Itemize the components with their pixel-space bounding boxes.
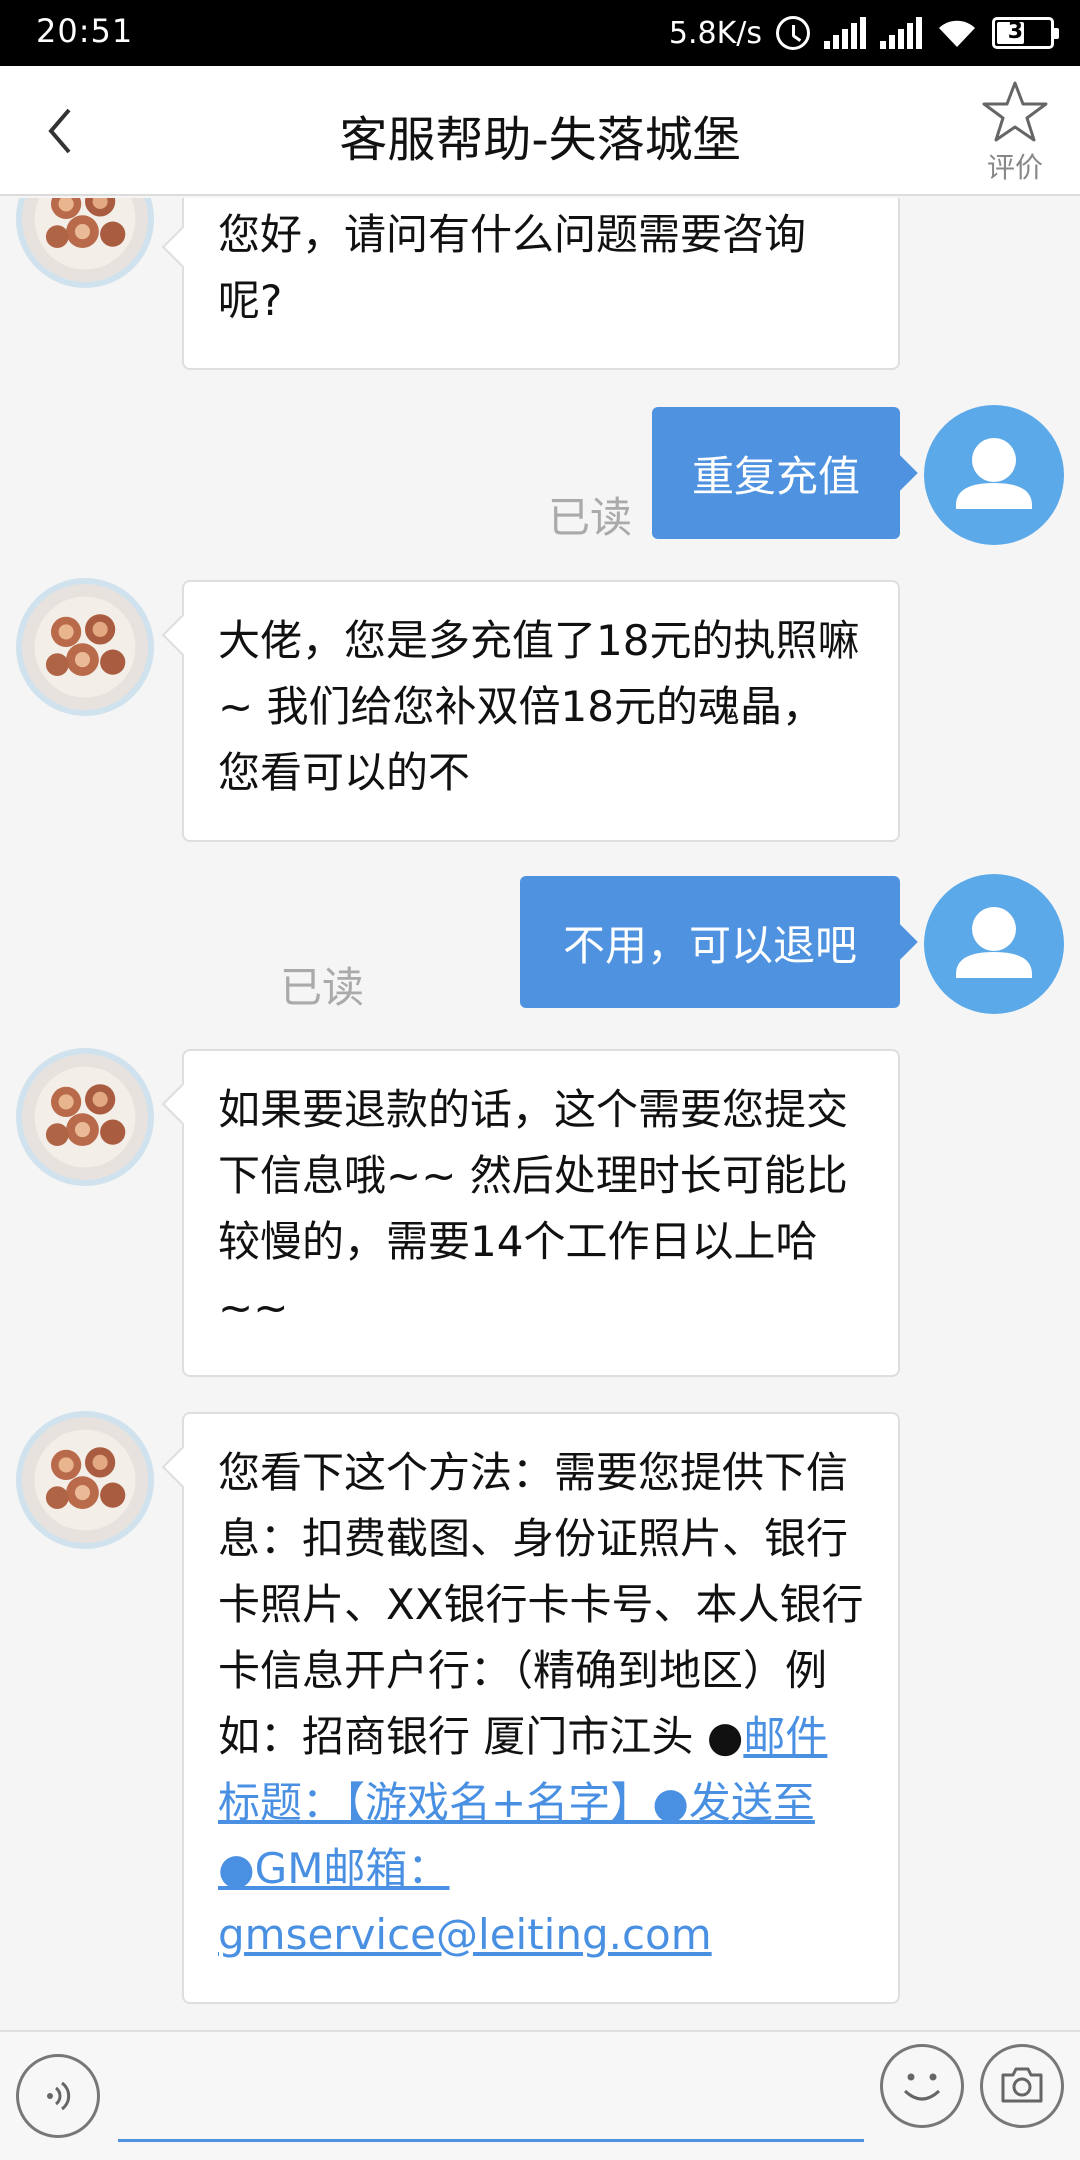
signal-icon [824, 17, 866, 49]
read-status: 已读 [279, 963, 364, 1012]
user-avatar[interactable] [924, 405, 1064, 545]
avatar-image [34, 198, 136, 270]
rate-button[interactable]: 评价 [972, 80, 1058, 190]
avatar-image [34, 1066, 136, 1168]
user-message-bubble[interactable]: 不用，可以退吧 [520, 876, 900, 1008]
app-header: 客服帮助-失落城堡 评价 [0, 66, 1080, 196]
voice-icon [47, 2081, 71, 2111]
chat-list[interactable]: 您好，请问有什么问题需要咨询呢? 已读 重复充值 大佬，您是多充值了18元的执照… [0, 198, 1080, 2030]
status-icons: 5.8K/s 32 [668, 10, 1059, 56]
message-text: 大佬，您是多充值了18元的执照嘛~ 我们给您补双倍18元的魂晶，您看可以的不 [218, 616, 860, 797]
alarm-icon [776, 16, 810, 50]
message-text: 您好，请问有什么问题需要咨询呢? [218, 210, 807, 325]
input-bar [0, 2030, 1080, 2160]
message-text: 重复充值 [691, 451, 860, 501]
message-input[interactable] [118, 2056, 864, 2142]
agent-message-bubble[interactable]: 如果要退款的话，这个需要您提交下信息哦~~ 然后处理时长可能比较慢的，需要14个… [182, 1049, 900, 1377]
avatar-image [34, 1429, 136, 1531]
avatar-image [34, 596, 136, 698]
agent-avatar[interactable] [16, 578, 154, 716]
message-text: 如果要退款的话，这个需要您提交下信息哦~~ 然后处理时长可能比较慢的，需要14个… [218, 1085, 849, 1332]
camera-button[interactable] [980, 2044, 1064, 2128]
rate-label: 评价 [986, 151, 1043, 184]
message-text: 不用，可以退吧 [562, 920, 857, 970]
agent-message-bubble[interactable]: 您看下这个方法：需要您提供下信息：扣费截图、身份证照片、银行卡照片、XX银行卡卡… [182, 1412, 900, 2004]
read-status: 已读 [547, 493, 632, 542]
user-message-bubble[interactable]: 重复充值 [652, 407, 900, 539]
agent-avatar[interactable] [16, 1411, 154, 1549]
person-icon [956, 907, 1032, 978]
smiley-icon [903, 2073, 941, 2101]
agent-avatar[interactable] [16, 198, 154, 288]
battery-level: 32 [1007, 19, 1039, 44]
battery-icon: 32 [992, 17, 1059, 49]
agent-message-bubble[interactable]: 您好，请问有什么问题需要咨询呢? [182, 198, 900, 370]
emoji-button[interactable] [880, 2044, 964, 2128]
user-avatar[interactable] [924, 874, 1064, 1014]
voice-button[interactable] [16, 2054, 100, 2138]
status-time: 20:51 [36, 12, 134, 50]
star-icon [982, 81, 1048, 142]
status-bar: 20:51 5.8K/s 32 [0, 0, 1080, 66]
wifi-icon [939, 20, 975, 47]
person-icon [956, 438, 1032, 509]
page-title: 客服帮助-失落城堡 [339, 112, 741, 168]
signal-icon [880, 17, 922, 49]
agent-message-bubble[interactable]: 大佬，您是多充值了18元的执照嘛~ 我们给您补双倍18元的魂晶，您看可以的不 [182, 580, 900, 842]
agent-avatar[interactable] [16, 1048, 154, 1186]
net-speed: 5.8K/s [668, 15, 762, 51]
camera-icon [1001, 2067, 1043, 2103]
